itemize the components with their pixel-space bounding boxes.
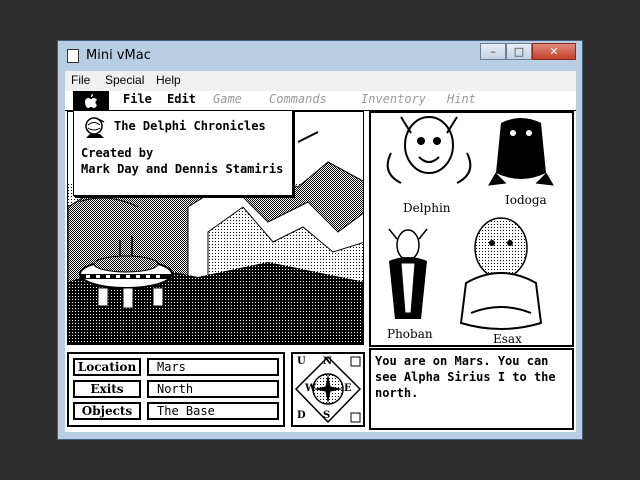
exits-label: Exits bbox=[73, 380, 141, 398]
host-menu-bar: File Special Help bbox=[65, 71, 576, 92]
phoban-figure bbox=[388, 228, 428, 319]
message-output: You are on Mars. You can see Alpha Siriu… bbox=[369, 348, 574, 430]
characters-panel: Delphin Iodoga Phoban Esax bbox=[369, 111, 574, 347]
menu-game[interactable]: Game bbox=[213, 92, 242, 106]
host-menu-file[interactable]: File bbox=[71, 73, 90, 87]
compass-up[interactable]: U bbox=[297, 356, 306, 367]
delphin-figure bbox=[386, 116, 472, 184]
exits-value: North bbox=[147, 380, 279, 398]
menu-hint[interactable]: Hint bbox=[447, 92, 476, 106]
mac-menu-bar: File Edit Game Commands Inventory Hint bbox=[65, 91, 576, 111]
menu-file[interactable]: File bbox=[123, 92, 152, 106]
delphi-logo-icon bbox=[85, 117, 105, 138]
location-value: Mars bbox=[147, 358, 279, 376]
caption-iodoga: Iodoga bbox=[505, 193, 547, 207]
compass-south[interactable]: S bbox=[323, 410, 330, 421]
apple-menu[interactable] bbox=[73, 91, 109, 110]
minimize-button[interactable]: – bbox=[480, 43, 506, 60]
apple-icon bbox=[85, 94, 97, 108]
host-menu-help[interactable]: Help bbox=[156, 73, 181, 87]
objects-label: Objects bbox=[73, 402, 141, 420]
about-created-by: Created by bbox=[81, 146, 154, 160]
status-panel: Location Mars Exits North Objects The Ba… bbox=[67, 352, 285, 427]
apple-menu-dropdown: The Delphi Chronicles Created by Mark Da… bbox=[73, 110, 293, 196]
about-authors: Mark Day and Dennis Stamiris bbox=[81, 162, 284, 176]
compass-east[interactable]: E bbox=[344, 383, 352, 394]
close-button[interactable]: ✕ bbox=[532, 43, 576, 60]
caption-phoban: Phoban bbox=[387, 327, 433, 341]
compass-north[interactable]: N bbox=[323, 356, 332, 367]
iodoga-figure bbox=[488, 118, 554, 186]
emulator-window: Mini vMac – □ ✕ File Special Help File E… bbox=[57, 40, 583, 440]
location-label: Location bbox=[73, 358, 141, 376]
menu-edit[interactable]: Edit bbox=[167, 92, 196, 106]
menu-inventory[interactable]: Inventory bbox=[361, 92, 426, 106]
menu-commands[interactable]: Commands bbox=[269, 92, 327, 106]
esax-figure bbox=[459, 217, 543, 330]
host-menu-special[interactable]: Special bbox=[105, 73, 144, 87]
about-title: The Delphi Chronicles bbox=[114, 119, 266, 133]
compass-down[interactable]: D bbox=[297, 410, 306, 421]
caption-delphin: Delphin bbox=[403, 201, 451, 215]
objects-value: The Base bbox=[147, 402, 279, 420]
mac-screen: File Edit Game Commands Inventory Hint T… bbox=[65, 91, 576, 432]
caption-esax: Esax bbox=[493, 332, 522, 346]
compass-west[interactable]: W bbox=[305, 383, 316, 394]
title-bar[interactable]: Mini vMac – □ ✕ bbox=[58, 41, 582, 71]
characters-illustration bbox=[386, 116, 554, 330]
compass-rose[interactable]: N S E W U D bbox=[291, 352, 365, 427]
window-title: Mini vMac bbox=[86, 48, 151, 63]
app-icon bbox=[67, 49, 79, 63]
maximize-button[interactable]: □ bbox=[506, 43, 532, 60]
